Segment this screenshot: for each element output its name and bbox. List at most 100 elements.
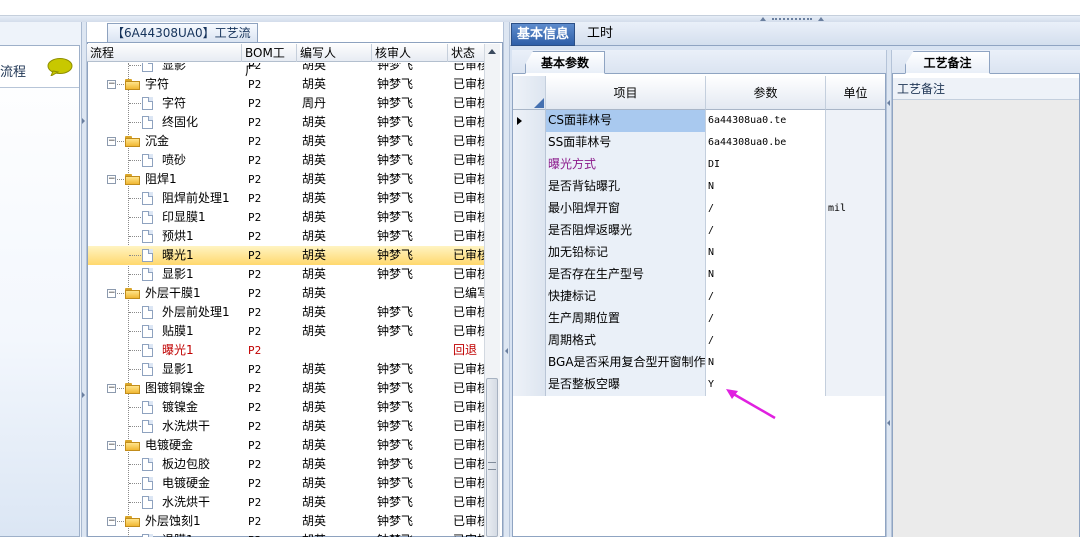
params-row[interactable]: 最小阻焊开窗 / mil [513,198,885,220]
param-value-cell[interactable]: N [706,242,826,264]
param-value-cell[interactable]: / [706,220,826,242]
param-value-cell[interactable]: N [706,176,826,198]
row-indicator[interactable] [513,286,546,308]
param-value-cell[interactable]: N [706,264,826,286]
tree-node-row[interactable]: 镀镍金 P2 胡英 钟梦飞 已审核 [88,398,484,417]
param-value-cell[interactable]: / [706,286,826,308]
column-header-item[interactable]: 项目 [546,76,706,110]
tree-folder-row[interactable]: − 外层蚀刻1 P2 胡英 钟梦飞 已审核 [88,512,484,531]
tab-process-notes[interactable]: 工艺备注 [905,51,990,74]
tree-folder-row[interactable]: − 图镀铜镍金 P2 胡英 钟梦飞 已审核 [88,379,484,398]
collapse-toggle-icon[interactable]: − [107,289,116,298]
column-header-status[interactable]: 状态 [448,44,484,62]
params-row[interactable]: 曝光方式 DI [513,154,885,176]
tree-node-row[interactable]: 外层前处理1 P2 胡英 钟梦飞 已审核 [88,303,484,322]
tree-node-row[interactable]: 显影1 P2 胡英 钟梦飞 已审核 [88,360,484,379]
params-row[interactable]: CS面菲林号 6a44308ua0.te [513,110,885,132]
flow-nav-label[interactable]: 流程 [0,61,26,80]
grid-corner[interactable] [513,76,546,110]
tree-node-row[interactable]: 阻焊前处理1 P2 胡英 钟梦飞 已审核 [88,189,484,208]
splitter-arrow-icon [760,17,766,21]
bom-factory-cell: P2 [248,63,262,72]
tree-node-row[interactable]: 字符 P2 周丹 钟梦飞 已审核 [88,94,484,113]
collapse-toggle-icon[interactable]: − [107,517,116,526]
params-row[interactable]: 是否整板空曝 Y [513,374,885,396]
scroll-up-arrow-icon[interactable] [484,44,500,60]
tree-node-row[interactable]: 水洗烘干 P2 胡英 钟梦飞 已审核 [88,417,484,436]
params-row[interactable]: 是否背钻曝孔 N [513,176,885,198]
tree-node-row[interactable]: 退膜1 P2 胡英钟梦飞已审核 [88,531,484,537]
chat-bubble-icon[interactable] [47,58,73,76]
row-indicator[interactable] [513,220,546,242]
tree-folder-row[interactable]: − 沉金 P2 胡英 钟梦飞 已审核 [88,132,484,151]
collapse-toggle-icon[interactable]: − [107,175,116,184]
column-header-reviewer[interactable]: 核审人 [372,44,448,62]
tree-node-row[interactable]: 显影 P2 胡英 钟梦飞 已审核 [88,63,484,75]
column-header-author[interactable]: 编写人 [297,44,372,62]
row-indicator[interactable] [513,176,546,198]
row-indicator[interactable] [513,198,546,220]
row-indicator[interactable] [513,352,546,374]
tree-folder-row[interactable]: − 外层干膜1 P2 胡英 已编写 [88,284,484,303]
collapse-toggle-icon[interactable]: − [107,441,116,450]
column-header-bom[interactable]: BOM工厂 [242,44,297,78]
row-indicator[interactable] [513,242,546,264]
param-value-cell[interactable]: / [706,308,826,330]
row-indicator[interactable] [513,374,546,396]
row-indicator[interactable] [513,154,546,176]
column-header-unit[interactable]: 单位 [826,76,885,110]
params-row[interactable]: BGA是否采用复合型开窗制作 N [513,352,885,374]
row-indicator[interactable] [513,132,546,154]
collapse-toggle-icon[interactable]: − [107,80,116,89]
folder-icon [125,174,140,185]
param-value-cell[interactable]: / [706,198,826,220]
tree-node-row[interactable]: 显影1 P2 胡英 钟梦飞 已审核 [88,265,484,284]
tree-folder-row[interactable]: − 字符 P2 胡英 钟梦飞 已审核 [88,75,484,94]
params-row[interactable]: 生产周期位置 / [513,308,885,330]
status-cell: 已编写 [453,286,484,300]
param-value-cell[interactable]: N [706,352,826,374]
row-indicator[interactable] [513,308,546,330]
author-cell: 胡英 [302,400,327,414]
tree-node-row[interactable]: 贴膜1 P2 胡英 钟梦飞 已审核 [88,322,484,341]
tree-node-row[interactable]: 喷砂 P2 胡英 钟梦飞 已审核 [88,151,484,170]
tab-work-hours[interactable]: 工时 [580,23,620,46]
params-row[interactable]: SS面菲林号 6a44308ua0.be [513,132,885,154]
document-icon [142,63,153,72]
tree-connector-line [129,369,141,370]
tree-node-row[interactable]: 曝光1 P2 胡英 钟梦飞 已审核 [88,246,484,265]
params-row[interactable]: 是否阻焊返曝光 / [513,220,885,242]
middle-splitter[interactable] [503,22,510,537]
tree-folder-row[interactable]: − 电镀硬金 P2 胡英 钟梦飞 已审核 [88,436,484,455]
param-value-cell[interactable]: / [706,330,826,352]
column-header-param[interactable]: 参数 [706,76,826,110]
tree-node-row[interactable]: 板边包胶 P2 胡英 钟梦飞 已审核 [88,455,484,474]
param-value-cell[interactable]: 6a44308ua0.te [706,110,826,132]
row-indicator[interactable] [513,330,546,352]
notes-textarea[interactable] [893,100,1079,537]
tree-node-row[interactable]: 终固化 P2 胡英 钟梦飞 已审核 [88,113,484,132]
tree-node-row[interactable]: 预烘1 P2 胡英 钟梦飞 已审核 [88,227,484,246]
tab-basic-info[interactable]: 基本信息 [511,23,575,46]
scrollbar-thumb[interactable] [486,378,498,537]
tree-node-row[interactable]: 水洗烘干 P2 胡英 钟梦飞 已审核 [88,493,484,512]
params-row[interactable]: 周期格式 / [513,330,885,352]
row-indicator[interactable] [513,264,546,286]
param-item-name: CS面菲林号 [546,110,706,132]
tree-node-row[interactable]: 电镀硬金 P2 胡英 钟梦飞 已审核 [88,474,484,493]
params-row[interactable]: 加无铅标记 N [513,242,885,264]
tree-node-row[interactable]: 印显膜1 P2 胡英 钟梦飞 已审核 [88,208,484,227]
bom-factory-cell: P2 [248,401,262,414]
param-value-cell[interactable]: 6a44308ua0.be [706,132,826,154]
tree-node-row[interactable]: 曝光1 P2 回退 [88,341,484,360]
tab-basic-params[interactable]: 基本参数 [525,51,605,74]
collapse-toggle-icon[interactable]: − [107,384,116,393]
params-row[interactable]: 快捷标记 / [513,286,885,308]
param-value-cell[interactable]: DI [706,154,826,176]
author-cell: 胡英 [302,191,327,205]
collapse-toggle-icon[interactable]: − [107,137,116,146]
row-indicator[interactable] [513,110,546,132]
tree-folder-row[interactable]: − 阻焊1 P2 胡英 钟梦飞 已审核 [88,170,484,189]
params-row[interactable]: 是否存在生产型号 N [513,264,885,286]
column-header-flow[interactable]: 流程 [87,44,242,62]
